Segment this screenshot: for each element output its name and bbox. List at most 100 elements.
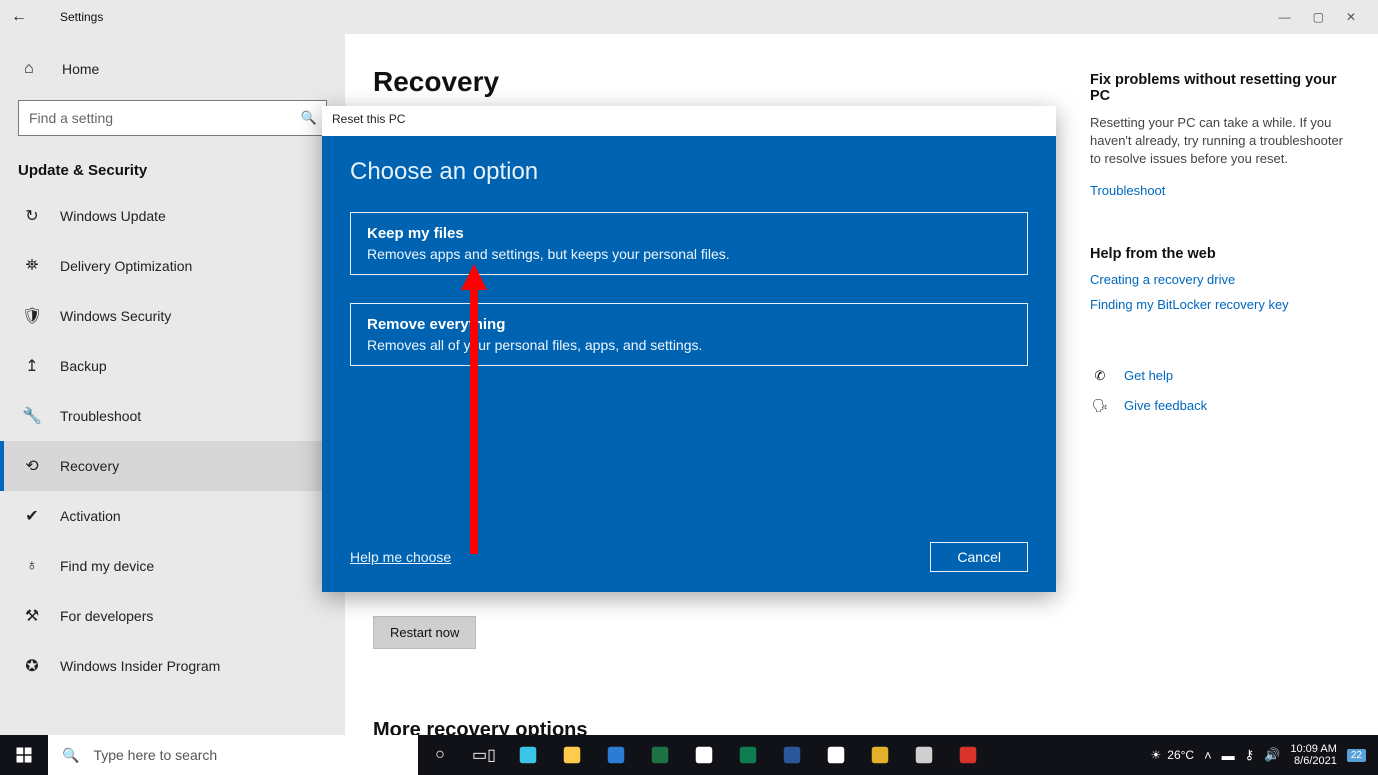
sidebar: ⌂ Home 🔍 Update & Security ↻ Windows Upda…	[0, 34, 345, 775]
get-help-row[interactable]: ✆ Get help	[1090, 368, 1352, 384]
reset-pc-modal: Reset this PC Choose an option Keep my f…	[322, 106, 1056, 592]
nav-label: Delivery Optimization	[60, 258, 192, 274]
windows-logo-icon	[15, 746, 33, 764]
taskbar-search-icon: 🔍	[62, 747, 79, 764]
fix-body: Resetting your PC can take a while. If y…	[1090, 114, 1352, 169]
weather-icon: ☀	[1151, 748, 1162, 762]
page-title: Recovery	[373, 66, 1062, 98]
sidebar-item-for-developers[interactable]: ⚒ For developers	[0, 591, 345, 641]
taskbar-app-acrobat[interactable]	[946, 735, 990, 775]
option-remove-title: Remove everything	[367, 316, 1011, 333]
sidebar-item-windows-security[interactable]: 🛡 Windows Security	[0, 291, 345, 341]
tray-battery-icon[interactable]: ▬	[1222, 748, 1235, 763]
sidebar-item-windows-update[interactable]: ↻ Windows Update	[0, 191, 345, 241]
sidebar-item-recovery[interactable]: ⟲Recovery	[0, 441, 345, 491]
taskbar-app-mail[interactable]	[594, 735, 638, 775]
sidebar-home[interactable]: ⌂ Home	[0, 44, 345, 100]
help-me-choose-link[interactable]: Help me choose	[350, 549, 451, 565]
tray-time: 10:09 AM	[1290, 743, 1336, 755]
web-link-recovery-drive[interactable]: Creating a recovery drive	[1090, 272, 1352, 287]
give-feedback-row[interactable]: 🗣 Give feedback	[1090, 398, 1352, 414]
nav-label: For developers	[60, 608, 153, 624]
restart-now-button[interactable]: Restart now	[373, 616, 476, 649]
nav-label: Windows Insider Program	[60, 658, 220, 674]
weather-widget[interactable]: ☀ 26°C	[1151, 748, 1195, 762]
taskbar-search-placeholder: Type here to search	[93, 747, 217, 763]
tray-wifi-icon[interactable]: ⚷	[1245, 747, 1255, 763]
taskbar-app-project[interactable]	[726, 735, 770, 775]
taskbar-app-excel[interactable]	[638, 735, 682, 775]
tray-date: 8/6/2021	[1290, 755, 1336, 767]
tray-clock[interactable]: 10:09 AM 8/6/2021	[1290, 743, 1336, 767]
sidebar-item-activation[interactable]: ✔Activation	[0, 491, 345, 541]
tray-volume-icon[interactable]: 🔊	[1264, 747, 1280, 763]
nav-icon: 🛡	[22, 306, 42, 326]
feedback-label: Give feedback	[1124, 398, 1207, 413]
nav-icon: ⛯	[22, 257, 42, 275]
taskbar-app-cortana[interactable]: ○	[418, 735, 462, 775]
tray-chevron-up-icon[interactable]: ˄	[1204, 748, 1212, 763]
nav-icon: ↥	[22, 356, 42, 376]
cancel-button[interactable]: Cancel	[930, 542, 1028, 572]
window-title-bar: ← Settings — ▢ ✕	[0, 0, 1378, 34]
taskbar-app-store[interactable]	[682, 735, 726, 775]
taskbar-app-word[interactable]	[770, 735, 814, 775]
settings-search-input[interactable]	[19, 101, 292, 135]
system-tray: ☀ 26°C ˄ ▬ ⚷ 🔊 10:09 AM 8/6/2021 22	[1151, 735, 1378, 775]
option-keep-desc: Removes apps and settings, but keeps you…	[367, 246, 1011, 262]
nav-icon: ♁	[22, 557, 42, 575]
nav-label: Troubleshoot	[60, 408, 141, 424]
troubleshoot-link[interactable]: Troubleshoot	[1090, 183, 1352, 198]
start-button[interactable]	[0, 735, 48, 775]
sidebar-item-backup[interactable]: ↥ Backup	[0, 341, 345, 391]
option-remove-desc: Removes all of your personal files, apps…	[367, 337, 1011, 353]
taskbar: 🔍 Type here to search ○▭▯ ☀ 26°C ˄ ▬ ⚷ 🔊…	[0, 735, 1378, 775]
right-column: Fix problems without resetting your PC R…	[1090, 34, 1378, 775]
web-link-bitlocker[interactable]: Finding my BitLocker recovery key	[1090, 297, 1352, 312]
sidebar-category-label: Update & Security	[0, 154, 345, 191]
home-icon: ⌂	[24, 60, 44, 78]
web-help-heading: Help from the web	[1090, 246, 1352, 262]
get-help-label: Get help	[1124, 368, 1173, 383]
weather-temp: 26°C	[1167, 748, 1194, 762]
taskbar-app-folder2[interactable]	[858, 735, 902, 775]
modal-title-bar: Reset this PC	[322, 106, 1056, 136]
option-keep-my-files[interactable]: Keep my files Removes apps and settings,…	[350, 212, 1028, 275]
get-help-icon: ✆	[1090, 368, 1110, 384]
window-caption: Settings	[60, 10, 103, 24]
taskbar-app-settings[interactable]	[902, 735, 946, 775]
option-keep-title: Keep my files	[367, 225, 1011, 242]
nav-label: Windows Security	[60, 308, 171, 324]
sidebar-item-troubleshoot[interactable]: 🔧 Troubleshoot	[0, 391, 345, 441]
modal-heading: Choose an option	[350, 158, 1028, 186]
nav-icon: 🔧	[22, 406, 42, 426]
home-label: Home	[62, 61, 99, 77]
settings-search[interactable]: 🔍	[18, 100, 327, 136]
nav-icon: ↻	[22, 206, 42, 226]
taskbar-search[interactable]: 🔍 Type here to search	[48, 735, 418, 775]
taskbar-app-chrome[interactable]	[814, 735, 858, 775]
action-center-badge[interactable]: 22	[1347, 749, 1366, 762]
taskbar-app-task-view[interactable]: ▭▯	[462, 735, 506, 775]
fix-heading: Fix problems without resetting your PC	[1090, 72, 1352, 104]
taskbar-pinned: ○▭▯	[418, 735, 990, 775]
sidebar-item-delivery-optimization[interactable]: ⛯ Delivery Optimization	[0, 241, 345, 291]
option-remove-everything[interactable]: Remove everything Removes all of your pe…	[350, 303, 1028, 366]
nav-label: Windows Update	[60, 208, 166, 224]
sidebar-item-find-my-device[interactable]: ♁ Find my device	[0, 541, 345, 591]
back-icon[interactable]: ←	[8, 8, 30, 26]
nav-label: Activation	[60, 508, 121, 524]
window-buttons: — ▢ ✕	[1279, 0, 1378, 34]
nav-label: Backup	[60, 358, 107, 374]
close-button[interactable]: ✕	[1346, 10, 1356, 24]
minimize-button[interactable]: —	[1279, 10, 1291, 24]
sidebar-item-windows-insider-program[interactable]: ✪ Windows Insider Program	[0, 641, 345, 691]
nav-icon: ✪	[22, 656, 42, 676]
taskbar-app-file-explorer[interactable]	[550, 735, 594, 775]
sidebar-nav: ↻ Windows Update ⛯ Delivery Optimization 🛡 Wi…	[0, 191, 345, 691]
taskbar-app-edge[interactable]	[506, 735, 550, 775]
nav-icon: ⚒	[22, 606, 42, 626]
nav-label: Find my device	[60, 558, 154, 574]
nav-label: Recovery	[60, 458, 119, 474]
maximize-button[interactable]: ▢	[1313, 10, 1324, 24]
